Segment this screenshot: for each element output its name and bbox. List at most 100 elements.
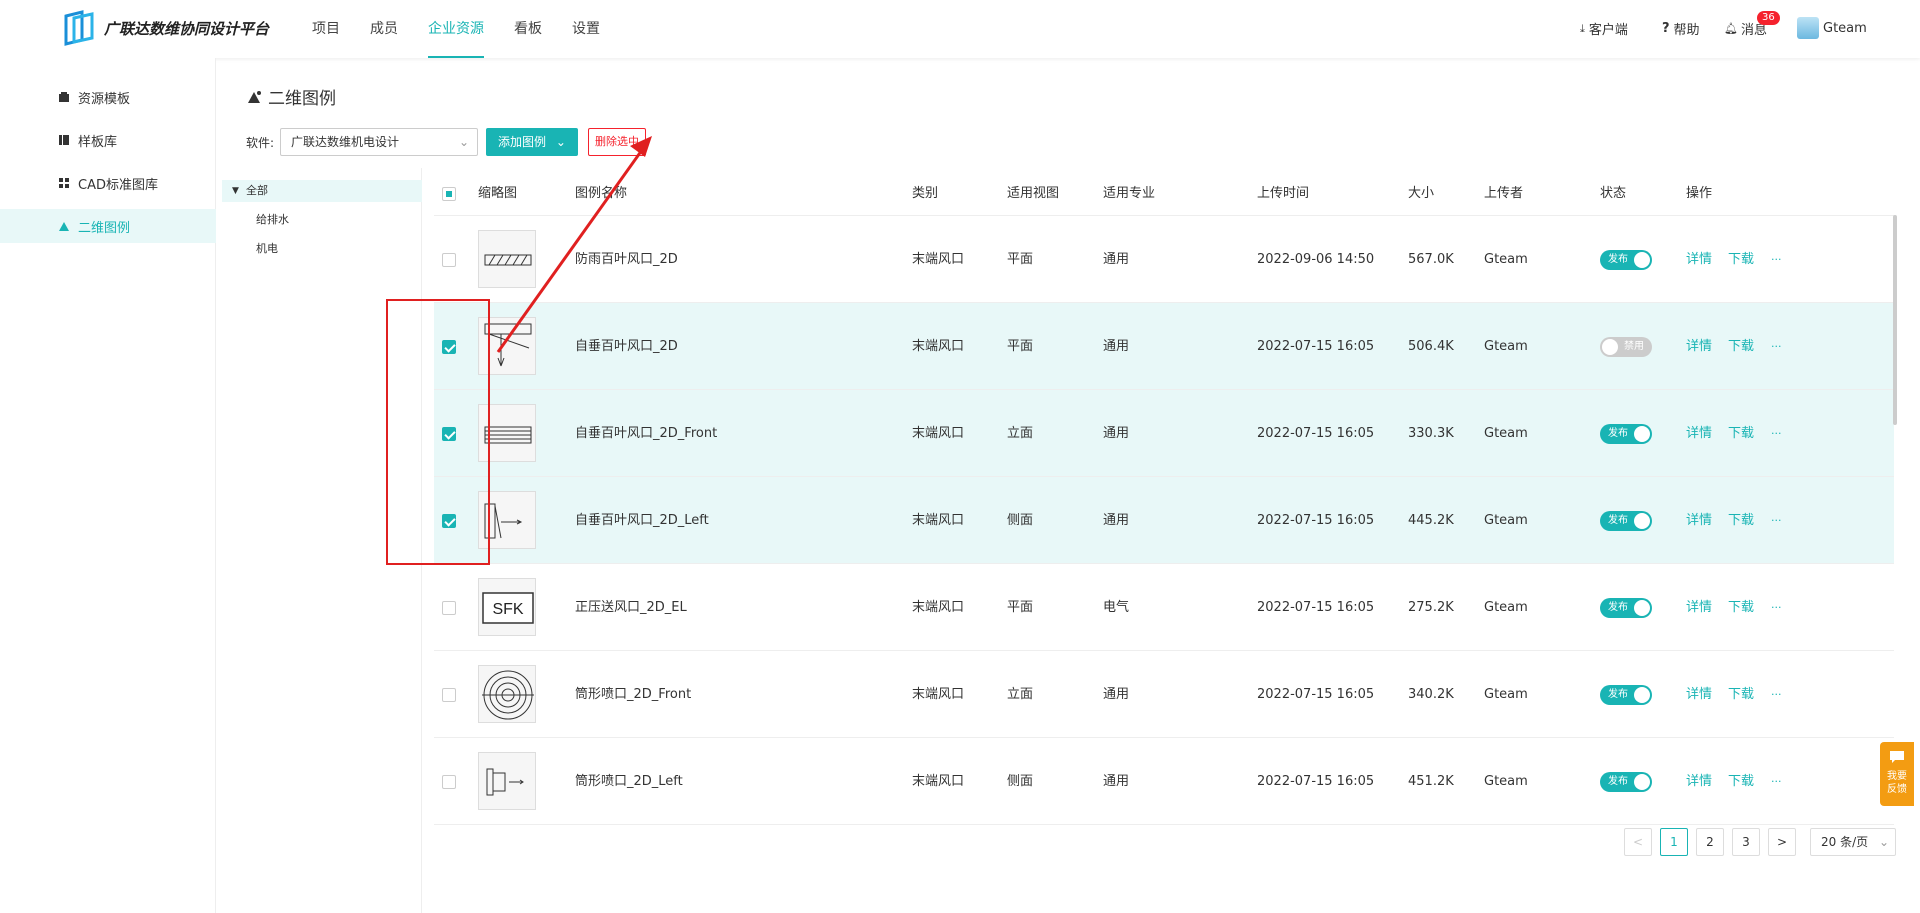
add-legend-button[interactable]: 添加图例 ⌄ [486,128,578,156]
more-actions-icon[interactable]: ··· [1771,303,1782,390]
tree-item-mep[interactable]: 机电 [256,240,278,256]
table-scrollbar[interactable] [1893,215,1897,425]
more-actions-icon[interactable]: ··· [1771,651,1782,738]
cell-uploader: Gteam [1484,339,1528,354]
cell-uploader: Gteam [1484,687,1528,702]
shapes-icon [248,90,261,103]
header-thumbnail: 缩略图 [478,186,518,201]
detail-link[interactable]: 详情 [1686,390,1712,477]
select-all-checkbox[interactable] [442,187,456,201]
table-row[interactable]: 自垂百叶风口_2D 末端风口 平面 通用 2022-07-15 16:05 506.4K G… [434,303,1894,390]
page-size-value: 20 条/页 [1821,835,1869,849]
more-actions-icon[interactable]: ··· [1771,216,1782,303]
page-3-button[interactable]: 3 [1732,828,1760,856]
detail-link[interactable]: 详情 [1686,564,1712,651]
status-toggle[interactable]: 禁用 [1600,337,1652,357]
next-page-button[interactable]: > [1768,828,1796,856]
feedback-button[interactable]: 我要反馈 [1880,742,1914,806]
nav-item[interactable]: 企业资源 [428,0,484,58]
status-toggle-label: 发布 [1608,254,1628,265]
download-link[interactable]: 下载 [1728,651,1754,738]
status-toggle[interactable]: 发布 [1600,772,1652,792]
table-row[interactable]: 筒形喷口_2D_Front 末端风口 立面 通用 2022-07-15 16:05 340… [434,651,1894,738]
delete-selected-button[interactable]: 删除选中 [587,128,646,156]
more-actions-icon[interactable]: ··· [1771,564,1782,651]
tree-item-label: 给排水 [256,213,289,226]
download-link[interactable]: 下载 [1728,303,1754,390]
page-2-button[interactable]: 2 [1696,828,1724,856]
download-link[interactable]: 下载 [1728,564,1754,651]
software-label: 软件: [246,135,275,150]
status-toggle[interactable]: 发布 [1600,424,1652,444]
more-actions-icon[interactable]: ··· [1771,477,1782,564]
sidebar-item-label: CAD标准图库 [78,177,158,193]
sidebar-item-label: 样板库 [78,134,118,150]
table-row[interactable]: 筒形喷口_2D_Left 末端风口 侧面 通用 2022-07-15 16:05 451.… [434,738,1894,825]
table-header: 缩略图 图例名称 类别 适用视图 适用专业 上传时间 大小 上传者 状态 操作 [434,172,1894,216]
status-toggle[interactable]: 发布 [1600,511,1652,531]
download-link[interactable]: 下载 [1728,216,1754,303]
detail-link[interactable]: 详情 [1686,216,1712,303]
detail-link[interactable]: 详情 [1686,738,1712,825]
row-checkbox[interactable] [442,775,456,789]
status-toggle[interactable]: 发布 [1600,250,1652,270]
legend-thumbnail[interactable]: SFK [478,578,536,636]
download-link[interactable]: 下载 [1728,477,1754,564]
cell-time: 2022-07-15 16:05 [1257,426,1375,441]
detail-link[interactable]: 详情 [1686,651,1712,738]
tree-item-water[interactable]: 给排水 [256,211,289,227]
download-link[interactable]: 下载 [1728,390,1754,477]
software-select[interactable]: 广联达数维机电设计 ⌄ [280,128,479,156]
nav-item[interactable]: 看板 [514,0,542,58]
top-navigation-bar: 广联达数维协同设计平台 项目 成员 企业资源 看板 设置 ⤓ 客户端 ? 帮助 🔔︎ 消… [0,0,1920,58]
legend-thumbnail[interactable] [478,665,536,723]
table-row[interactable]: SFK 正压送风口_2D_EL 末端风口 平面 电气 2022-07-15 16:05 27… [434,564,1894,651]
delete-selected-label: 删除选中 [594,135,639,148]
row-checkbox[interactable] [442,688,456,702]
page-title: 二维图例 [246,84,336,109]
tree-root-label: 全部 [246,184,268,197]
annotation-highlight-box [386,299,490,565]
nav-item[interactable]: 成员 [370,0,398,58]
cell-name: 自垂百叶风口_2D_Front [575,426,718,441]
header-uploader: 上传者 [1484,186,1524,201]
status-cell: 发布 [1600,651,1660,738]
cell-discipline: 通用 [1103,252,1130,267]
legend-thumbnail[interactable] [478,752,536,810]
status-toggle[interactable]: 发布 [1600,685,1652,705]
header-upload-time: 上传时间 [1257,186,1310,201]
nav-item[interactable]: 项目 [312,0,340,58]
client-download-link[interactable]: ⤓ 客户端 [1580,19,1628,39]
prev-page-button[interactable]: < [1624,828,1652,856]
table-row[interactable]: 自垂百叶风口_2D_Left 末端风口 侧面 通用 2022-07-15 16:05 44… [434,477,1894,564]
sidebar-item[interactable]: 样板库 [0,123,216,157]
page-1-button[interactable]: 1 [1660,828,1688,856]
detail-link[interactable]: 详情 [1686,303,1712,390]
table-row[interactable]: 自垂百叶风口_2D_Front 末端风口 立面 通用 2022-07-15 16:05 3… [434,390,1894,477]
sidebar-item[interactable]: CAD标准图库 [0,166,216,200]
grid-icon [58,177,70,189]
legend-thumbnail[interactable] [478,230,536,288]
avatar [1797,17,1819,39]
help-link[interactable]: ? 帮助 [1662,19,1700,38]
cell-time: 2022-09-06 14:50 [1257,252,1375,267]
sidebar-item[interactable]: 二维图例 [0,209,216,243]
cell-view: 平面 [1007,252,1034,267]
more-actions-icon[interactable]: ··· [1771,738,1782,825]
row-checkbox[interactable] [442,253,456,267]
row-checkbox[interactable] [442,601,456,615]
detail-link[interactable]: 详情 [1686,477,1712,564]
cell-category: 末端风口 [912,600,965,615]
app-logo[interactable]: 广联达数维协同设计平台 [64,10,269,46]
table-row[interactable]: 防雨百叶风口_2D 末端风口 平面 通用 2022-09-06 14:50 567.0K G… [434,216,1894,303]
user-menu[interactable]: Gteam [1797,17,1867,39]
status-toggle[interactable]: 发布 [1600,598,1652,618]
status-cell: 发布 [1600,564,1660,651]
page-size-select[interactable]: 20 条/页 ⌄ [1810,828,1896,856]
tree-root-all[interactable]: ▼ 全部 [222,180,422,202]
status-toggle-label: 发布 [1608,515,1628,526]
download-link[interactable]: 下载 [1728,738,1754,825]
sidebar-item[interactable]: 资源模板 [0,80,216,114]
more-actions-icon[interactable]: ··· [1771,390,1782,477]
nav-item[interactable]: 设置 [572,0,600,58]
